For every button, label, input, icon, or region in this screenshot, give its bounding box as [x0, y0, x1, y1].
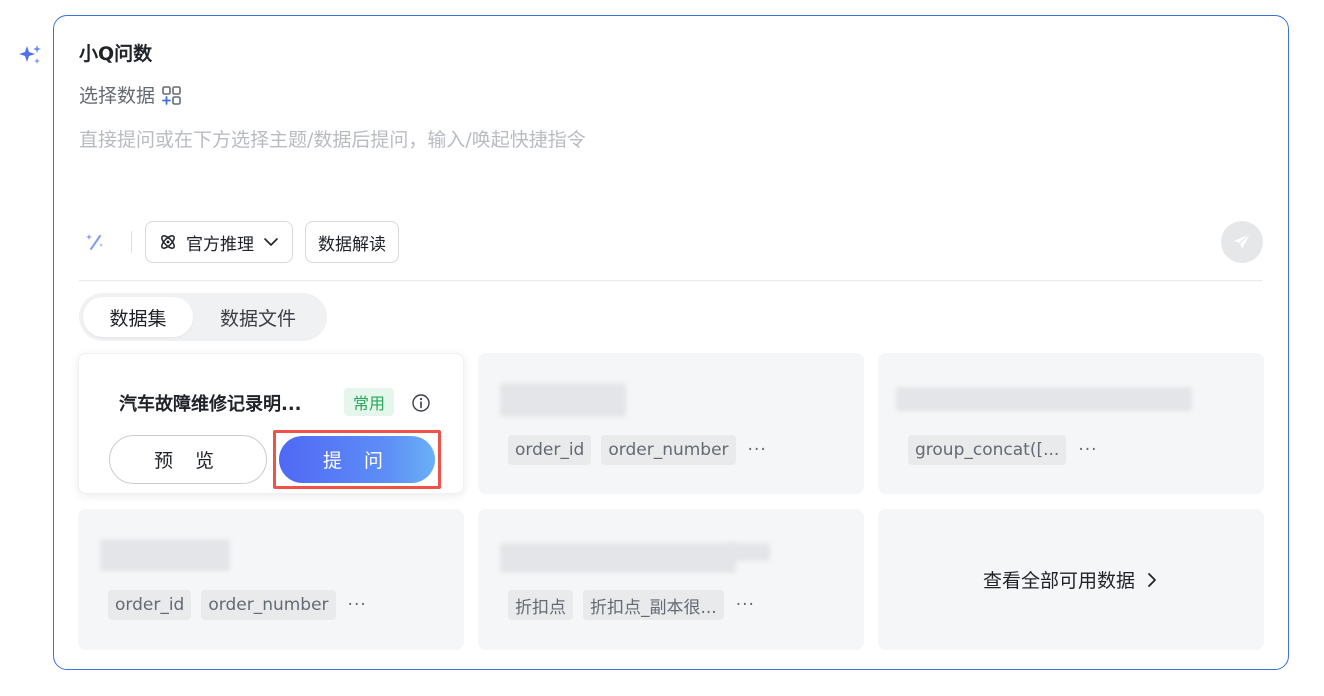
- dataset-card[interactable]: order_id order_number ···: [78, 509, 464, 650]
- ask-button[interactable]: 提 问: [279, 436, 435, 483]
- more-fields-icon: ···: [735, 595, 755, 615]
- interpret-button[interactable]: 数据解读: [305, 221, 399, 263]
- toolbar-divider: [131, 231, 132, 253]
- view-all-link[interactable]: 查看全部可用数据: [878, 509, 1264, 650]
- status-badge: 常用: [344, 388, 395, 416]
- field-tag: order_number: [201, 590, 336, 620]
- select-data-button[interactable]: 选择数据: [79, 84, 183, 108]
- atom-icon: [161, 235, 175, 249]
- field-tags: order_id order_number ···: [108, 590, 367, 620]
- section-divider: [79, 280, 1263, 281]
- dataset-card[interactable]: 汽车故障维修记录明... 常用 预 览 提 问: [78, 353, 464, 494]
- prompt-input[interactable]: 直接提问或在下方选择主题/数据后提问，输入/唤起快捷指令: [79, 128, 586, 152]
- field-tag: order_id: [108, 590, 192, 620]
- field-tag: 折扣点: [508, 590, 573, 620]
- view-all-label: 查看全部可用数据: [982, 570, 1135, 592]
- model-select-label: 官方推理: [186, 234, 254, 255]
- tab-datasets[interactable]: 数据集: [83, 297, 193, 337]
- field-tags: order_id order_number ···: [508, 435, 767, 465]
- dataset-title-redacted: [500, 383, 626, 417]
- field-tag: order_number: [601, 435, 736, 465]
- field-tags: 折扣点 折扣点_副本很... ···: [508, 590, 755, 620]
- dataset-title-redacted: [728, 543, 770, 561]
- dataset-card[interactable]: 折扣点 折扣点_副本很... ···: [478, 509, 864, 650]
- info-icon[interactable]: [411, 393, 431, 413]
- more-fields-icon: ···: [1078, 440, 1098, 460]
- more-fields-icon: ···: [347, 595, 367, 615]
- dataset-card[interactable]: group_concat([... ···: [878, 353, 1264, 494]
- tab-data-files[interactable]: 数据文件: [193, 297, 323, 337]
- ask-panel: 小Q问数 选择数据 直接提问或在下方选择主题/数据后提问，输入/唤起快捷指令 官…: [53, 15, 1289, 670]
- chevron-right-icon: [1148, 572, 1156, 587]
- preview-button[interactable]: 预 览: [109, 435, 267, 484]
- field-tags: group_concat([... ···: [908, 435, 1098, 465]
- interpret-label: 数据解读: [318, 234, 386, 255]
- dataset-card[interactable]: order_id order_number ···: [478, 353, 864, 494]
- dataset-title-redacted: [500, 543, 736, 573]
- magic-wand-button[interactable]: [79, 226, 111, 258]
- data-type-tabs: 数据集 数据文件: [79, 293, 327, 341]
- send-button[interactable]: [1221, 221, 1263, 263]
- field-tag: order_id: [508, 435, 592, 465]
- field-tag: 折扣点_副本很...: [583, 590, 724, 620]
- input-toolbar: 官方推理 数据解读: [79, 220, 1263, 264]
- send-icon: [1234, 233, 1251, 249]
- dataset-title-redacted: [896, 387, 1192, 411]
- more-fields-icon: ···: [747, 440, 767, 460]
- model-select-button[interactable]: 官方推理: [145, 221, 293, 263]
- view-all-card[interactable]: 查看全部可用数据: [878, 509, 1264, 650]
- panel-title: 小Q问数: [79, 43, 153, 65]
- dataset-title-redacted: [100, 539, 230, 571]
- dataset-title: 汽车故障维修记录明...: [119, 394, 302, 415]
- sparkle-icon: [19, 45, 41, 64]
- chevron-down-icon: [264, 238, 278, 246]
- field-tag: group_concat([...: [908, 435, 1067, 465]
- magic-wand-icon: [86, 234, 103, 250]
- select-data-label: 选择数据: [79, 85, 156, 107]
- add-grid-icon: [162, 86, 181, 105]
